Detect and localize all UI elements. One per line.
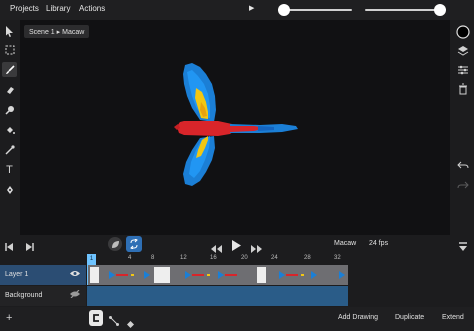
top-bar: Projects Library Actions ▶	[0, 0, 474, 20]
marquee-select-icon[interactable]	[2, 42, 17, 57]
motion-path-icon[interactable]	[109, 313, 119, 331]
trash-icon[interactable]	[456, 82, 470, 96]
brush-icon[interactable]	[2, 62, 17, 77]
layer-list: Layer 1 Background	[0, 265, 86, 307]
macaw-illustration	[174, 63, 298, 186]
onion-skin-icon[interactable]	[108, 237, 122, 251]
layers-icon[interactable]	[456, 44, 470, 58]
menu-library[interactable]: Library	[46, 4, 70, 13]
keyframe-strip[interactable]	[87, 265, 348, 285]
breadcrumb-scene[interactable]: Scene 1	[29, 29, 55, 36]
timeline: 1 4 8 12 16 20 24 28 32 Layer 1 Backgrou…	[0, 254, 474, 307]
bottom-bar: + Add Drawing Duplicate Extend	[0, 307, 474, 331]
redo-icon[interactable]	[456, 178, 470, 192]
pen-icon[interactable]	[2, 182, 17, 197]
ruler-label: 4	[128, 255, 132, 261]
loop-icon[interactable]	[126, 236, 142, 252]
undo-icon[interactable]	[456, 158, 470, 172]
left-toolbar: T	[0, 20, 19, 235]
fill-bucket-icon[interactable]	[2, 122, 17, 137]
right-toolbar	[452, 20, 474, 235]
layer-name: Layer 1	[5, 271, 29, 278]
sliders-icon[interactable]	[456, 63, 470, 77]
color-swatch-icon[interactable]	[456, 25, 470, 39]
ruler-label: 24	[271, 255, 278, 261]
smudge-icon[interactable]	[2, 102, 17, 117]
playhead-marker[interactable]: 1	[87, 254, 96, 265]
menu-actions[interactable]: Actions	[79, 4, 105, 13]
add-layer-icon[interactable]: +	[6, 312, 12, 324]
keyframe-diamond-icon[interactable]	[127, 315, 134, 331]
add-drawing-button[interactable]: Add Drawing	[338, 314, 378, 321]
ruler-label: 16	[210, 255, 217, 261]
eraser-icon[interactable]	[2, 82, 17, 97]
breadcrumb-symbol[interactable]: Macaw	[62, 29, 84, 36]
layer1-track[interactable]	[87, 265, 348, 285]
frame-ruler[interactable]: 1 4 8 12 16 20 24 28 32	[87, 254, 474, 265]
select-arrow-icon[interactable]	[2, 24, 17, 39]
symbol-name: Macaw	[334, 240, 357, 247]
layer-row-layer1[interactable]: Layer 1	[0, 265, 86, 285]
layer-name: Background	[5, 292, 43, 299]
fps-label[interactable]: 24 fps	[369, 240, 388, 247]
play-icon[interactable]: ▶	[249, 4, 254, 12]
ruler-label: 12	[180, 255, 187, 261]
text-icon[interactable]: T	[2, 162, 17, 177]
drawing-canvas[interactable]: Scene 1 ▸ Macaw	[20, 20, 450, 235]
breadcrumb[interactable]: Scene 1 ▸ Macaw	[24, 25, 90, 38]
app-root: Projects Library Actions ▶ T Scene 1 ▸ M…	[0, 0, 474, 331]
eye-hidden-icon[interactable]	[70, 289, 80, 300]
size-slider-knob[interactable]	[434, 4, 446, 16]
opacity-slider-knob[interactable]	[278, 4, 290, 16]
ruler-label: 8	[151, 255, 155, 261]
size-slider-track[interactable]	[365, 9, 445, 11]
eyedropper-icon[interactable]	[2, 142, 17, 157]
ruler-label: 28	[304, 255, 311, 261]
playback-bar: Macaw 24 fps	[0, 235, 474, 253]
snap-icon[interactable]	[89, 310, 103, 326]
layer-row-background[interactable]: Background	[0, 286, 86, 306]
ruler-label: 32	[334, 255, 341, 261]
ruler-label: 20	[241, 255, 248, 261]
background-track[interactable]	[87, 286, 348, 306]
eye-visible-icon[interactable]	[70, 269, 80, 279]
breadcrumb-separator-icon: ▸	[56, 29, 61, 36]
duplicate-button[interactable]: Duplicate	[395, 314, 424, 321]
extend-button[interactable]: Extend	[442, 314, 464, 321]
menu-projects[interactable]: Projects	[10, 4, 39, 13]
